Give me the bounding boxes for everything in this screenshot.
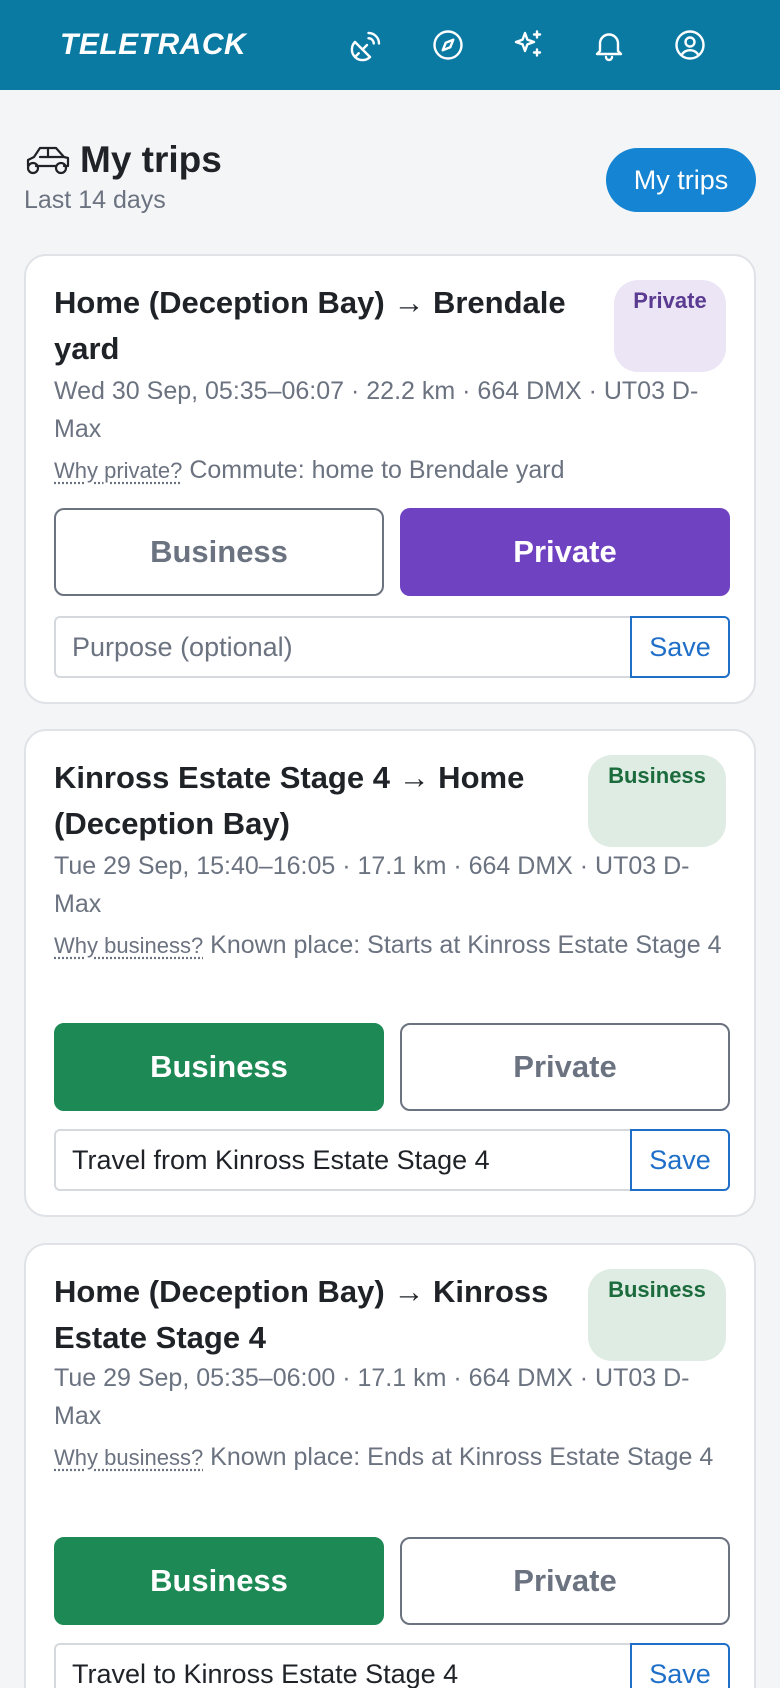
why-link[interactable]: Why private?	[54, 458, 182, 483]
trip-card: Home (Deception Bay) → Kinross Estate St…	[24, 1243, 756, 1688]
purpose-row: Save	[54, 1129, 730, 1191]
trip-reason: Why business? Known place: Starts at Kin…	[54, 925, 734, 966]
compass-icon[interactable]	[427, 24, 469, 66]
page-title: My trips	[80, 139, 222, 180]
trip-meta: Tue 29 Sep, 05:35–06:00 · 17.1 km · 664 …	[54, 1364, 690, 1430]
status-badge: Private	[614, 280, 726, 372]
sparkles-icon[interactable]	[507, 24, 549, 66]
private-button[interactable]: Private	[400, 1537, 730, 1625]
save-button[interactable]: Save	[630, 1129, 730, 1191]
save-button[interactable]: Save	[630, 1643, 730, 1688]
purpose-row: Save	[54, 1643, 730, 1688]
page-header: My trips Last 14 days My trips	[24, 138, 756, 218]
trip-route: Home (Deception Bay) → Brendale yard	[54, 285, 566, 366]
app-logo[interactable]: TELETRACK	[60, 28, 246, 62]
business-button[interactable]: Business	[54, 1537, 384, 1625]
reason-text: Known place: Ends at Kinross Estate Stag…	[210, 1443, 714, 1471]
business-button[interactable]: Business	[54, 1023, 384, 1111]
status-badge: Business	[588, 755, 726, 847]
classification-toggle: Business Private	[54, 508, 730, 596]
why-link[interactable]: Why business?	[54, 933, 203, 958]
my-trips-button[interactable]: My trips	[606, 148, 756, 212]
trip-card: Home (Deception Bay) → Brendale yard Pri…	[24, 254, 756, 704]
user-circle-icon[interactable]	[669, 24, 711, 66]
trip-meta: Wed 30 Sep, 05:35–06:07 · 22.2 km · 664 …	[54, 377, 699, 443]
private-button[interactable]: Private	[400, 1023, 730, 1111]
trip-reason: Why business? Known place: Ends at Kinro…	[54, 1437, 734, 1478]
status-badge: Business	[588, 1269, 726, 1361]
trip-route: Kinross Estate Stage 4 → Home (Deception…	[54, 760, 525, 841]
trip-reason: Why private? Commute: home to Brendale y…	[54, 450, 734, 491]
bell-icon[interactable]	[588, 24, 630, 66]
reason-text: Commute: home to Brendale yard	[189, 456, 565, 484]
top-app-bar: TELETRACK	[0, 0, 780, 90]
purpose-input[interactable]	[54, 616, 630, 678]
purpose-row: Save	[54, 616, 730, 678]
reason-text: Known place: Starts at Kinross Estate St…	[210, 931, 722, 959]
private-button[interactable]: Private	[400, 508, 730, 596]
why-link[interactable]: Why business?	[54, 1445, 203, 1470]
satellite-dish-icon[interactable]	[346, 24, 388, 66]
purpose-input[interactable]	[54, 1129, 630, 1191]
trip-meta: Tue 29 Sep, 15:40–16:05 · 17.1 km · 664 …	[54, 852, 690, 918]
purpose-input[interactable]	[54, 1643, 630, 1688]
trip-card: Kinross Estate Stage 4 → Home (Deception…	[24, 729, 756, 1217]
trip-route: Home (Deception Bay) → Kinross Estate St…	[54, 1274, 549, 1355]
classification-toggle: Business Private	[54, 1023, 730, 1111]
save-button[interactable]: Save	[630, 616, 730, 678]
classification-toggle: Business Private	[54, 1537, 730, 1625]
business-button[interactable]: Business	[54, 508, 384, 596]
car-icon	[26, 146, 70, 175]
